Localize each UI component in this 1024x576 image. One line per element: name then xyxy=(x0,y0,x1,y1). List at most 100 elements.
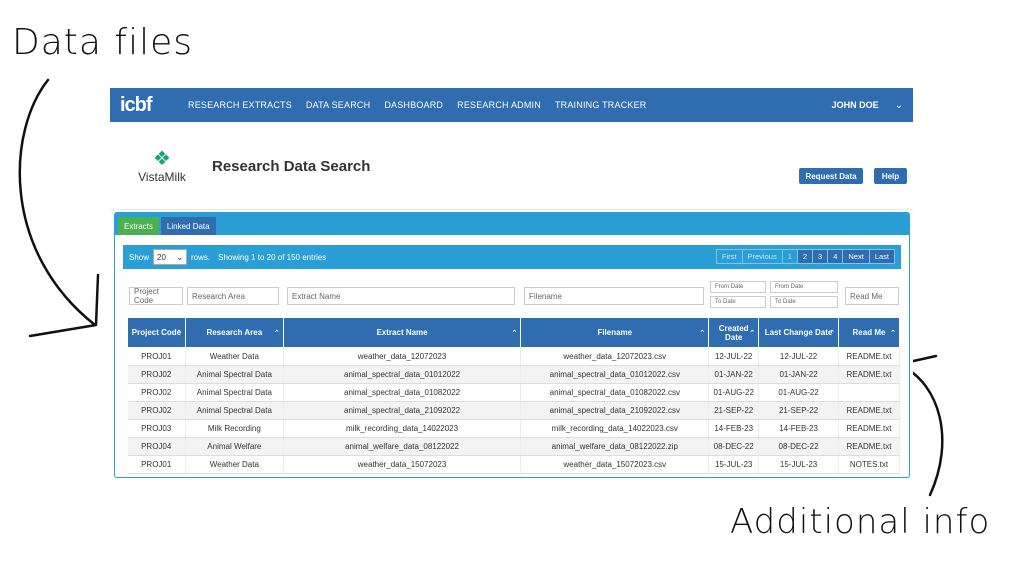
last-change-date-cell: 15-JUL-23 xyxy=(758,455,839,474)
vistamilk-wordmark: VistaMilk xyxy=(138,170,186,184)
table-row: PROJ02 Animal Spectral Data animal_spectra… xyxy=(127,401,901,420)
last-change-date-cell: 12-JUL-22 xyxy=(758,347,839,366)
research-area-cell: Animal Spectral Data xyxy=(185,365,284,384)
nav-research-admin[interactable]: RESEARCH ADMIN xyxy=(457,100,541,110)
read-me-filter[interactable]: Read Me xyxy=(845,287,899,305)
last-change-date-cell: 01-AUG-22 xyxy=(758,383,839,402)
research-area-filter[interactable]: Research Area xyxy=(187,287,279,305)
pagination: First Previous 1 2 3 4 Next Last xyxy=(715,249,895,264)
project-code-cell[interactable]: PROJ02 xyxy=(127,401,186,420)
read-me-cell[interactable]: README.txt xyxy=(838,419,901,438)
col-read-me[interactable]: Read Me ⌃ xyxy=(837,317,901,348)
extract-name-cell: animal_welfare_data_08122022 xyxy=(283,437,522,456)
col-filename[interactable]: Filename ⌃ xyxy=(520,317,710,348)
col-research-area[interactable]: Research Area ⌃ xyxy=(184,317,284,348)
created-to-date-filter[interactable]: To Date xyxy=(710,296,766,308)
tab-linked-data[interactable]: Linked Data xyxy=(160,217,216,235)
changed-to-date-filter[interactable]: To Date xyxy=(770,296,838,308)
read-me-cell[interactable]: README.txt xyxy=(838,401,901,420)
project-code-cell[interactable]: PROJ01 xyxy=(127,347,186,366)
project-code-cell[interactable]: PROJ01 xyxy=(127,455,186,474)
rows-per-page-select[interactable]: 20 ⌄ xyxy=(153,249,188,265)
filename-cell: animal_spectral_data_01012022.csv xyxy=(520,365,710,384)
read-me-cell[interactable]: README.txt xyxy=(838,437,901,456)
read-me-cell[interactable]: README.txt xyxy=(838,365,901,384)
research-area-cell: Animal Spectral Data xyxy=(185,401,284,420)
table-row: PROJ04 Animal Welfare animal_welfare_data_… xyxy=(127,437,901,456)
page-4-button[interactable]: 4 xyxy=(827,249,844,264)
filename-cell: weather_data_12072023.csv xyxy=(520,347,710,366)
page-3-button[interactable]: 3 xyxy=(812,249,829,264)
page-last-button[interactable]: Last xyxy=(868,249,895,264)
chevron-down-icon: ⌄ xyxy=(176,252,184,262)
sort-icon: ⌃ xyxy=(890,330,896,337)
col-project-code[interactable]: Project Code ⌃ xyxy=(127,317,186,348)
top-navbar: icbf RESEARCH EXTRACTS DATA SEARCH DASHB… xyxy=(110,88,913,122)
created-date-cell: 14-FEB-23 xyxy=(708,419,760,438)
page-header: ❖ VistaMilk Research Data Search Request… xyxy=(110,122,913,210)
project-code-cell[interactable]: PROJ02 xyxy=(127,365,186,384)
help-button[interactable]: Help xyxy=(874,168,907,184)
extract-name-cell: weather_data_12072023 xyxy=(283,347,522,366)
rows-label: rows. xyxy=(191,252,211,262)
read-me-cell[interactable]: README.txt xyxy=(838,347,901,366)
table-row: PROJ02 Animal Spectral Data animal_spectra… xyxy=(127,383,901,402)
research-area-cell: Animal Welfare xyxy=(185,437,284,456)
extract-name-cell: animal_spectral_data_01012022 xyxy=(283,365,522,384)
created-from-date-filter[interactable]: From Date xyxy=(710,281,766,293)
last-change-date-cell: 14-FEB-23 xyxy=(758,419,839,438)
read-me-cell[interactable] xyxy=(838,383,901,402)
last-change-date-cell: 21-SEP-22 xyxy=(758,401,839,420)
created-date-cell: 21-SEP-22 xyxy=(708,401,760,420)
project-code-cell[interactable]: PROJ03 xyxy=(127,419,186,438)
filename-cell: animal_spectral_data_01082022.csv xyxy=(520,383,710,402)
created-date-cell: 01-JAN-22 xyxy=(708,365,760,384)
changed-from-date-filter[interactable]: From Date xyxy=(770,281,838,293)
research-area-cell: Weather Data xyxy=(185,347,284,366)
sort-icon: ⌃ xyxy=(749,330,756,337)
page-first-button[interactable]: First xyxy=(715,249,743,264)
filename-cell: weather_data_15072023.csv xyxy=(520,455,710,474)
page-previous-button[interactable]: Previous xyxy=(741,249,783,264)
nav-dashboard[interactable]: DASHBOARD xyxy=(384,100,443,110)
col-extract-name[interactable]: Extract Name ⌃ xyxy=(282,317,522,348)
created-date-cell: 12-JUL-22 xyxy=(708,347,760,366)
chevron-down-icon[interactable]: ⌄ xyxy=(895,100,903,111)
col-created-date[interactable]: Created Date ⌃ xyxy=(708,317,760,348)
extract-name-cell: weather_data_15072023 xyxy=(283,455,522,474)
icbf-logo[interactable]: icbf xyxy=(120,94,188,117)
arrow-to-data-files xyxy=(18,78,97,327)
extract-name-cell: milk_recording_data_14022023 xyxy=(283,419,522,438)
app-window: icbf RESEARCH EXTRACTS DATA SEARCH DASHB… xyxy=(110,88,913,478)
tab-extracts[interactable]: Extracts xyxy=(118,217,159,235)
tab-bar: Extracts Linked Data xyxy=(115,213,909,235)
nav-training-tracker[interactable]: TRAINING TRACKER xyxy=(555,100,647,110)
user-menu[interactable]: JOHN DOE xyxy=(832,100,879,110)
research-area-cell: Animal Spectral Data xyxy=(185,383,284,402)
table-row: PROJ03 Milk Recording milk_recording_data_… xyxy=(127,419,901,438)
nav-data-search[interactable]: DATA SEARCH xyxy=(306,100,370,110)
table-row: PROJ02 Animal Spectral Data animal_spectra… xyxy=(127,365,901,384)
filter-row: Project Code Research Area Extract Name … xyxy=(127,281,907,316)
page-title: Research Data Search xyxy=(212,158,371,175)
request-data-button[interactable]: Request Data xyxy=(799,168,863,184)
col-last-change-date[interactable]: Last Change Date ⌃ xyxy=(758,317,839,348)
filename-filter[interactable]: Filename xyxy=(524,287,704,305)
project-code-cell[interactable]: PROJ02 xyxy=(127,383,186,402)
table-body: PROJ01 Weather Data weather_data_12072023 w… xyxy=(127,347,901,474)
page-1-button[interactable]: 1 xyxy=(781,249,798,264)
project-code-filter[interactable]: Project Code xyxy=(129,287,183,305)
page-next-button[interactable]: Next xyxy=(842,249,870,264)
annotation-data-files: Data files xyxy=(12,22,193,63)
created-date-cell: 15-JUL-23 xyxy=(708,455,760,474)
screenshot-stage: { "annotations": { "data_files": "Data f… xyxy=(0,0,1024,576)
nav-research-extracts[interactable]: RESEARCH EXTRACTS xyxy=(188,100,292,110)
read-me-cell[interactable]: NOTES.txt xyxy=(838,455,901,474)
table-row: PROJ01 Weather Data weather_data_12072023 w… xyxy=(127,347,901,366)
extract-name-filter[interactable]: Extract Name xyxy=(287,287,515,305)
vistamilk-logo: ❖ VistaMilk xyxy=(132,148,192,184)
project-code-cell[interactable]: PROJ04 xyxy=(127,437,186,456)
page-2-button[interactable]: 2 xyxy=(796,249,814,264)
research-area-cell: Weather Data xyxy=(185,455,284,474)
vistamilk-mark-icon: ❖ xyxy=(153,148,171,170)
